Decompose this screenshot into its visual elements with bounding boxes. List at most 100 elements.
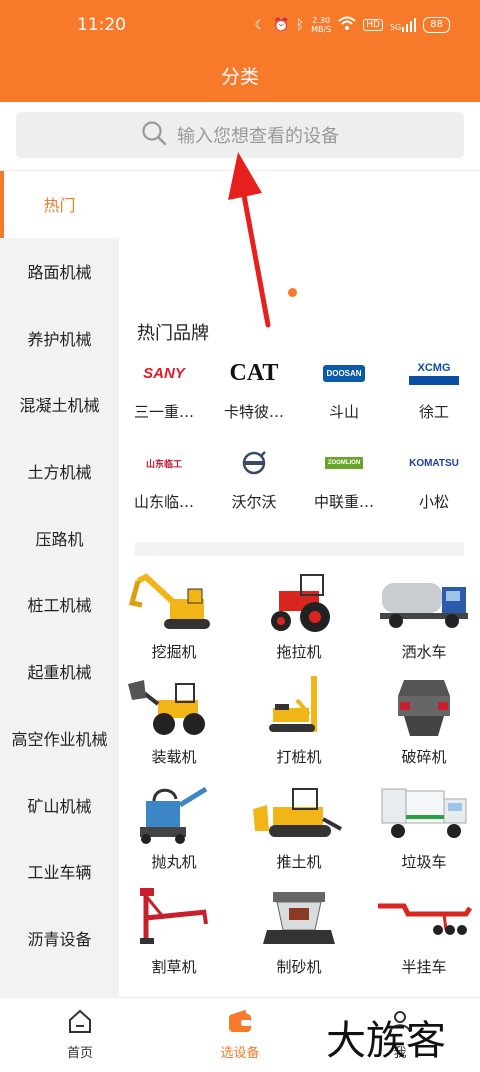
net-speed-value: 2.30 bbox=[312, 16, 331, 25]
sidebar-item-earthmoving[interactable]: 土方机械 bbox=[0, 438, 119, 505]
search-placeholder: 输入您想查看的设备 bbox=[177, 126, 339, 147]
equipment-shot-blaster[interactable]: 抛丸机 bbox=[119, 779, 229, 872]
sidebar-item-concrete-machinery[interactable]: 混凝土机械 bbox=[0, 371, 119, 438]
equipment-mower[interactable]: 割草机 bbox=[119, 884, 229, 977]
category-sidebar[interactable]: 热门 路面机械 养护机械 混凝土机械 土方机械 压路机 桩工机械 起重机械 高空… bbox=[0, 171, 119, 997]
sidebar-item-label: 矿山机械 bbox=[27, 796, 92, 816]
brand-name: 徐工 bbox=[418, 403, 449, 421]
equipment-name: 拖拉机 bbox=[276, 643, 322, 661]
semi-trailer-icon bbox=[378, 903, 473, 935]
brand-komatsu[interactable]: KOMATSU 小松 bbox=[389, 443, 479, 512]
sidebar-item-industrial-vehicles[interactable]: 工业车辆 bbox=[0, 838, 119, 905]
sidebar-item-mining[interactable]: 矿山机械 bbox=[0, 771, 119, 838]
equipment-name: 割草机 bbox=[151, 958, 197, 976]
sidebar-item-label: 沥青设备 bbox=[27, 929, 92, 949]
brand-shandong-lingong[interactable]: 山东临工 山东临… bbox=[119, 443, 209, 512]
equipment-semi-trailer[interactable]: 半挂车 bbox=[369, 884, 479, 977]
tractor-icon bbox=[271, 574, 330, 632]
water-truck-icon bbox=[380, 583, 468, 628]
sidebar-item-maintenance-machinery[interactable]: 养护机械 bbox=[0, 304, 119, 371]
equipment-name: 推土机 bbox=[276, 853, 322, 871]
brand-name: 山东临… bbox=[133, 493, 194, 511]
category-content: 热门品牌 SANY 三一重… CAT 卡特彼… DOOSAN 斗山 XCMG 徐… bbox=[119, 171, 480, 997]
sand-maker-icon bbox=[263, 892, 335, 944]
sidebar-item-label: 混凝土机械 bbox=[19, 396, 100, 416]
bulldozer-icon bbox=[253, 788, 342, 837]
zoomlion-logo-text: ZOOMLION bbox=[324, 457, 364, 469]
brand-cat[interactable]: CAT 卡特彼… bbox=[209, 353, 299, 422]
sidebar-item-label: 路面机械 bbox=[27, 263, 92, 283]
equipment-name: 制砂机 bbox=[276, 958, 322, 976]
komatsu-logo: KOMATSU bbox=[409, 457, 459, 469]
brand-name: 中联重… bbox=[313, 493, 374, 511]
brand-volvo[interactable]: 沃尔沃 bbox=[209, 443, 299, 512]
net-speed: 2.30 MB/S bbox=[311, 16, 331, 34]
equipment-pile-driver[interactable]: 打桩机 bbox=[244, 674, 354, 767]
sidebar-item-asphalt[interactable]: 沥青设备 bbox=[0, 905, 119, 972]
equipment-water-truck[interactable]: 洒水车 bbox=[369, 569, 479, 662]
shot-blaster-icon bbox=[140, 786, 208, 844]
wifi-icon bbox=[338, 16, 356, 34]
signal-icon: 5G bbox=[389, 18, 417, 32]
signal-label: 5G bbox=[389, 23, 402, 32]
equipment-excavator[interactable]: 挖掘机 bbox=[119, 569, 229, 662]
tab-label: 首页 bbox=[66, 1046, 93, 1061]
sidebar-item-label: 压路机 bbox=[35, 529, 84, 549]
sidebar-item-label: 土方机械 bbox=[27, 463, 92, 483]
tab-select-equipment[interactable]: 选设备 bbox=[180, 1008, 300, 1061]
equipment-tractor[interactable]: 拖拉机 bbox=[244, 569, 354, 662]
equipment-crusher[interactable]: 破碎机 bbox=[369, 674, 479, 767]
sidebar-item-road-machinery[interactable]: 路面机械 bbox=[0, 238, 119, 305]
brand-doosan[interactable]: DOOSAN 斗山 bbox=[299, 353, 389, 422]
net-speed-unit: MB/S bbox=[311, 25, 332, 34]
tab-label: 选设备 bbox=[220, 1046, 260, 1061]
equipment-loader[interactable]: 装载机 bbox=[119, 674, 229, 767]
equipment-bulldozer[interactable]: 推土机 bbox=[244, 779, 354, 872]
sidebar-item-lifting[interactable]: 起重机械 bbox=[0, 638, 119, 705]
sidebar-item-piling[interactable]: 桩工机械 bbox=[0, 571, 119, 638]
status-icons: ☾ ⏰ ᛒ 2.30 MB/S HD 5G 88 bbox=[254, 16, 450, 34]
equipment-name: 打桩机 bbox=[276, 748, 322, 766]
tab-home[interactable]: 首页 bbox=[20, 1008, 140, 1061]
hot-brands-title: 热门品牌 bbox=[137, 323, 209, 344]
sidebar-item-label: 起重机械 bbox=[27, 663, 92, 683]
brand-name: 斗山 bbox=[328, 403, 359, 421]
alarm-icon: ⏰ bbox=[273, 17, 290, 33]
sdlg-logo: 山东临工 bbox=[145, 458, 182, 469]
brand-name: 三一重… bbox=[133, 403, 194, 421]
sidebar-item-label: 养护机械 bbox=[27, 329, 92, 349]
brand-sany[interactable]: SANY 三一重… bbox=[119, 353, 209, 422]
loader-icon bbox=[128, 680, 205, 735]
equipment-name: 挖掘机 bbox=[151, 643, 197, 661]
zoomlion-logo: ZOOMLION bbox=[299, 443, 389, 483]
brand-name: 卡特彼… bbox=[223, 403, 284, 421]
watermark: 大族客 bbox=[326, 1018, 446, 1064]
equipment-name: 半挂车 bbox=[401, 958, 447, 976]
sidebar-item-label: 桩工机械 bbox=[27, 596, 92, 616]
mower-icon bbox=[140, 888, 208, 944]
brand-xcmg[interactable]: XCMG 徐工 bbox=[389, 353, 479, 422]
search-bar[interactable]: 输入您想查看的设备 bbox=[16, 112, 464, 158]
excavator-icon bbox=[128, 573, 210, 629]
sidebar-item-road-roller[interactable]: 压路机 bbox=[0, 504, 119, 571]
page-title: 分类 bbox=[220, 66, 259, 88]
equipment-name: 破碎机 bbox=[401, 748, 447, 766]
brand-zoomlion[interactable]: ZOOMLION 中联重… bbox=[299, 443, 389, 512]
sidebar-item-label: 热门 bbox=[43, 196, 76, 216]
search-icon bbox=[141, 120, 167, 150]
pile-driver-icon bbox=[269, 676, 317, 732]
xcmg-logo-text: XCMG bbox=[417, 361, 451, 374]
equipment-name: 抛丸机 bbox=[151, 853, 197, 871]
equipment-name: 垃圾车 bbox=[401, 853, 447, 871]
doosan-logo: DOOSAN bbox=[299, 353, 389, 393]
equipment-name: 装载机 bbox=[151, 748, 197, 766]
sidebar-item-aerial-work[interactable]: 高空作业机械 bbox=[0, 705, 119, 772]
bluetooth-icon: ᛒ bbox=[296, 17, 305, 33]
brand-name: 沃尔沃 bbox=[231, 493, 277, 511]
sidebar-item-hot[interactable]: 热门 bbox=[0, 171, 119, 238]
equipment-garbage-truck[interactable]: 垃圾车 bbox=[369, 779, 479, 872]
sany-logo: SANY bbox=[143, 364, 185, 382]
equipment-sand-maker[interactable]: 制砂机 bbox=[244, 884, 354, 977]
sidebar-item-label: 工业车辆 bbox=[27, 863, 92, 883]
doosan-logo-text: DOOSAN bbox=[323, 364, 365, 382]
